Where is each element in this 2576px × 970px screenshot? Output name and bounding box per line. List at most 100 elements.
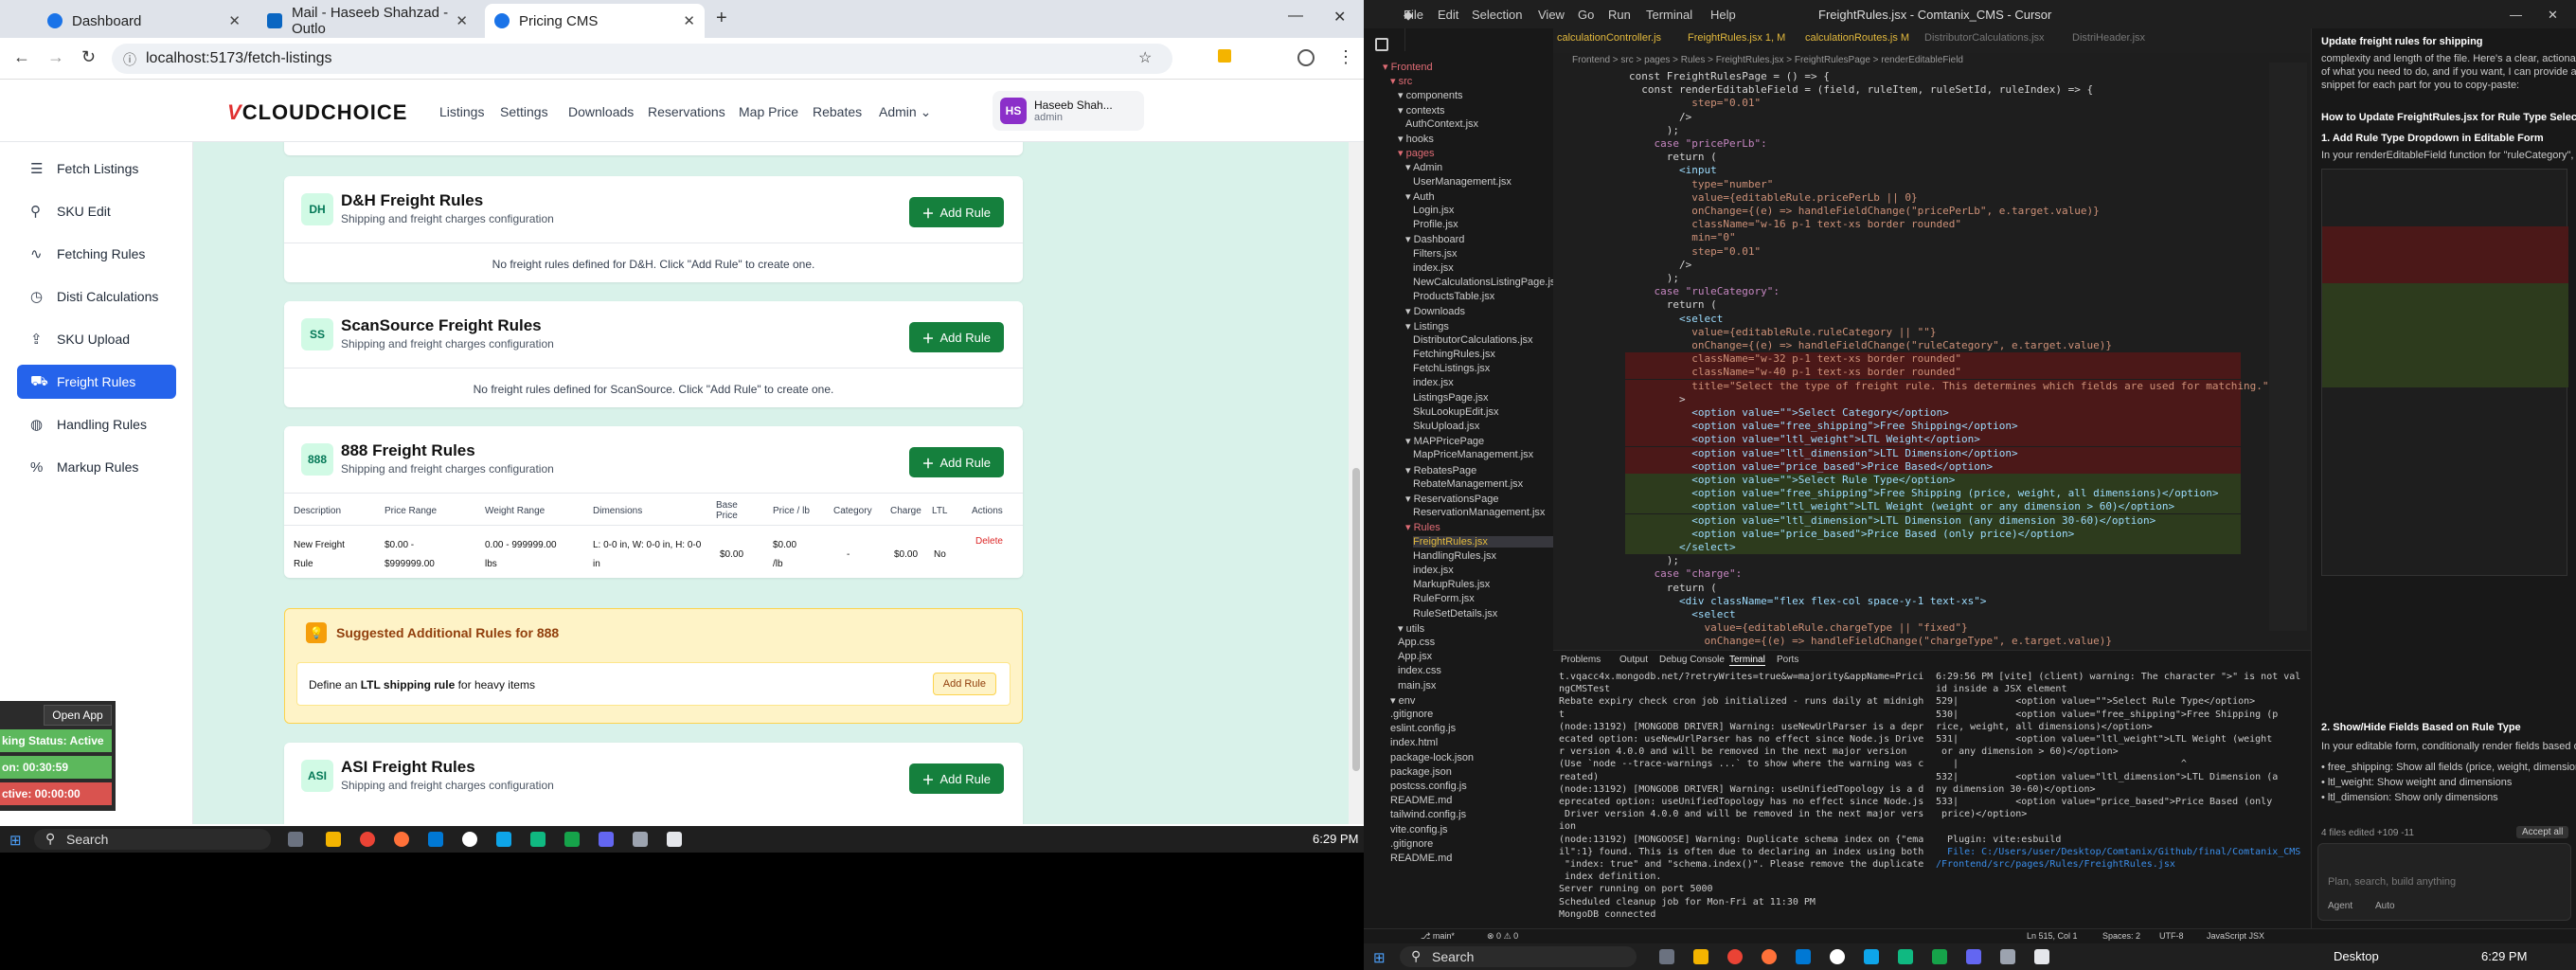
chrome-icon[interactable] <box>1727 949 1743 964</box>
explorer-folder[interactable]: ▾ Rules <box>1405 521 1440 533</box>
firefox-icon[interactable] <box>1762 949 1777 964</box>
suggestion-add-rule-button[interactable]: Add Rule <box>932 673 996 695</box>
minimize-icon[interactable]: — <box>2510 8 2522 22</box>
explorer-file[interactable]: ProductsTable.jsx <box>1413 291 1494 302</box>
explorer-folder[interactable]: ▾ utils <box>1398 622 1424 635</box>
explorer-folder[interactable]: ▾ pages <box>1398 147 1435 159</box>
delete-button[interactable]: Delete <box>975 536 1003 547</box>
nav-settings[interactable]: Settings <box>500 104 548 119</box>
sidebar-item-freight-rules[interactable]: ⛟ Freight Rules <box>17 365 176 399</box>
explorer-file[interactable]: README.md <box>1390 795 1452 806</box>
browser-tab-pricing[interactable]: Pricing CMS ✕ <box>485 4 705 38</box>
explorer-folder[interactable]: ▾ ReservationsPage <box>1405 493 1498 505</box>
editor-tab[interactable]: DistriHeader.jsx <box>2072 32 2145 44</box>
nav-admin[interactable]: Admin ⌄ <box>879 104 931 120</box>
panel-tab-debug[interactable]: Debug Console <box>1659 655 1725 665</box>
explorer-file[interactable]: eslint.config.js <box>1390 723 1456 734</box>
extension-icon[interactable] <box>1218 49 1231 63</box>
app-icon[interactable] <box>1864 949 1879 964</box>
sidebar-item-fetching-rules[interactable]: ∿ Fetching Rules <box>17 237 176 271</box>
menu-go[interactable]: Go <box>1578 8 1594 22</box>
excel-icon[interactable] <box>564 832 580 847</box>
explorer-file[interactable]: package-lock.json <box>1390 752 1474 763</box>
cursor-icon[interactable] <box>667 832 682 847</box>
editor-tab[interactable]: calculationController.js <box>1557 32 1661 44</box>
explorer-file[interactable]: MapPriceManagement.jsx <box>1413 449 1533 460</box>
menu-edit[interactable]: Edit <box>1438 8 1458 22</box>
explorer-file[interactable]: HandlingRules.jsx <box>1413 550 1496 562</box>
minimap[interactable] <box>2269 63 2307 631</box>
explorer-file[interactable]: vite.config.js <box>1390 824 1448 835</box>
menu-terminal[interactable]: Terminal <box>1646 8 1692 22</box>
browser-tab-dashboard[interactable]: Dashboard ✕ <box>38 4 250 38</box>
explorer-folder[interactable]: ▾ hooks <box>1398 133 1434 145</box>
model-auto-button[interactable]: Auto <box>2375 901 2395 911</box>
explorer-file[interactable]: Filters.jsx <box>1413 248 1457 260</box>
explorer-file[interactable]: ReservationManagement.jsx <box>1413 507 1545 518</box>
explorer-file[interactable]: .gitignore <box>1390 709 1433 720</box>
sidebar-item-handling-rules[interactable]: ◍ Handling Rules <box>17 407 176 441</box>
close-icon[interactable]: ✕ <box>228 12 241 29</box>
star-icon[interactable]: ☆ <box>1138 48 1152 67</box>
windows-start-icon[interactable]: ⊞ <box>1373 949 1386 966</box>
app-icon[interactable] <box>530 832 546 847</box>
firefox-icon[interactable] <box>394 832 409 847</box>
explorer-file[interactable]: package.json <box>1390 766 1452 778</box>
back-icon[interactable]: ← <box>13 47 30 67</box>
language-mode[interactable]: JavaScript JSX <box>2207 931 2264 941</box>
code-editor[interactable]: Frontend > src > pages > Rules > Freight… <box>1553 53 2311 688</box>
vscode-icon[interactable] <box>599 832 614 847</box>
minimize-icon[interactable]: — <box>1288 8 1303 25</box>
sidebar-item-sku-upload[interactable]: ⇪ SKU Upload <box>17 322 176 356</box>
menu-icon[interactable]: ⋮ <box>1337 47 1354 67</box>
file-explorer-icon[interactable] <box>326 832 341 847</box>
excel-icon[interactable] <box>1932 949 1947 964</box>
task-view-icon[interactable] <box>1659 949 1674 964</box>
explorer-folder[interactable]: ▾ Downloads <box>1405 305 1465 317</box>
explorer-file[interactable]: AuthContext.jsx <box>1405 118 1478 130</box>
explorer-folder[interactable]: ▾ Admin <box>1405 161 1442 173</box>
add-rule-button[interactable]: ＋ Add Rule <box>908 447 1004 477</box>
explorer-file[interactable]: index.html <box>1390 737 1438 748</box>
cursor-icon[interactable] <box>2034 949 2049 964</box>
explorer-folder[interactable]: ▾ Dashboard <box>1405 233 1464 245</box>
vscode-icon[interactable] <box>1966 949 1981 964</box>
sidebar-item-disti-calculations[interactable]: ◷ Disti Calculations <box>17 279 176 314</box>
explorer-file[interactable]: RebateManagement.jsx <box>1413 478 1523 490</box>
nav-listings[interactable]: Listings <box>439 104 484 119</box>
app-icon[interactable] <box>1898 949 1913 964</box>
explorer-file[interactable]: postcss.config.js <box>1390 781 1467 792</box>
explorer-folder[interactable]: ▾ components <box>1398 89 1463 101</box>
window-close-icon[interactable]: ✕ <box>2548 8 2558 23</box>
explorer-file[interactable]: README.md <box>1390 853 1452 864</box>
user-menu[interactable]: HS Haseeb Shah... admin <box>993 91 1144 131</box>
git-branch[interactable]: ⎇ main* <box>1421 931 1455 942</box>
new-tab-button[interactable]: + <box>716 8 727 29</box>
editor-tab[interactable]: calculationRoutes.js M <box>1805 32 1909 44</box>
scrollbar-thumb[interactable] <box>1352 468 1360 771</box>
explorer-file[interactable]: App.jsx <box>1398 651 1432 662</box>
add-rule-button[interactable]: ＋ Add Rule <box>908 197 1004 227</box>
taskbar-search[interactable]: ⚲ Search <box>1400 946 1637 967</box>
cursor-position[interactable]: Ln 515, Col 1 <box>2027 931 2078 941</box>
profile-icon[interactable] <box>1297 49 1315 66</box>
task-view-icon[interactable] <box>288 832 303 847</box>
explorer-file[interactable]: .gitignore <box>1390 838 1433 850</box>
explorer-folder[interactable]: ▾ MAPPricePage <box>1405 435 1484 447</box>
encoding[interactable]: UTF-8 <box>2159 931 2184 941</box>
nav-rebates[interactable]: Rebates <box>813 104 862 119</box>
sidebar-item-markup-rules[interactable]: % Markup Rules <box>17 450 176 484</box>
desktop-label[interactable]: Desktop <box>2334 949 2379 963</box>
explorer-file[interactable]: MarkupRules.jsx <box>1413 579 1490 590</box>
explorer-file[interactable]: FetchListings.jsx <box>1413 363 1490 374</box>
app-icon[interactable] <box>496 832 511 847</box>
explorer-file[interactable]: index.jsx <box>1413 565 1454 576</box>
explorer-folder[interactable]: ▾ env <box>1390 694 1415 707</box>
file-explorer-icon[interactable] <box>1693 949 1708 964</box>
panel-tab-output[interactable]: Output <box>1619 655 1648 665</box>
explorer-folder[interactable]: ▾ Auth <box>1405 190 1435 203</box>
app-icon[interactable] <box>633 832 648 847</box>
explorer-file[interactable]: Login.jsx <box>1413 205 1454 216</box>
agent-mode-button[interactable]: Agent <box>2328 901 2352 911</box>
reload-icon[interactable]: ↻ <box>81 47 96 67</box>
